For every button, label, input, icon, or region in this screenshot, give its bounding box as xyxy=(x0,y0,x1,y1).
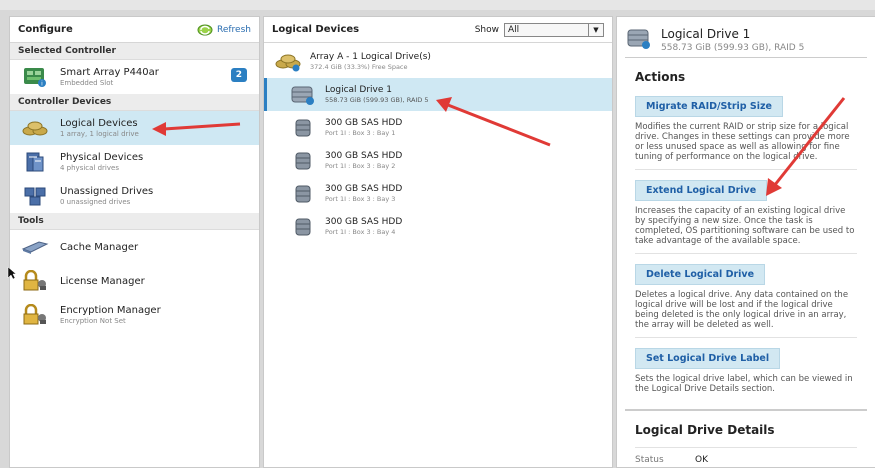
cache-manager-icon xyxy=(20,235,50,259)
controller-item[interactable]: i Smart Array P440ar Embedded Slot 2 xyxy=(10,60,259,94)
chevron-down-icon: ▼ xyxy=(588,23,603,36)
tools-section: Tools xyxy=(10,213,259,230)
tool-item-cache-manager[interactable]: Cache Manager xyxy=(10,230,259,264)
encryption-manager-icon xyxy=(20,303,50,327)
nav-item-unassigned-drives[interactable]: Unassigned Drives 0 unassigned drives xyxy=(10,179,259,213)
array-icon xyxy=(274,50,302,74)
hdd-icon xyxy=(289,182,317,206)
hdd-icon xyxy=(289,149,317,173)
array-subtitle: 372.4 GiB (33.3%) Free Space xyxy=(310,63,408,71)
nav-item-label: Logical Devices xyxy=(60,118,138,129)
nav-item-label: Physical Devices xyxy=(60,152,144,163)
nav-item-logical-devices[interactable]: Logical Devices 1 array, 1 logical drive xyxy=(10,111,259,145)
unassigned-drives-icon xyxy=(20,184,50,208)
detail-subtitle: 558.73 GiB (599.93 GB), RAID 5 xyxy=(661,43,805,53)
logical-devices-icon xyxy=(20,116,50,140)
show-select-value: All xyxy=(508,24,520,35)
nav-item-label: Unassigned Drives xyxy=(60,186,154,197)
status-row: Status OK xyxy=(635,447,857,465)
hdd-icon xyxy=(289,116,317,140)
disk-location: Port 1I : Box 3 : Bay 2 xyxy=(325,162,396,170)
set-logical-drive-label-description: Sets the logical drive label, which can … xyxy=(635,374,853,394)
delete-logical-drive-description: Deletes a logical drive. Any data contai… xyxy=(635,290,857,338)
migrate-raid-description: Modifies the current RAID or strip size … xyxy=(635,122,857,170)
tool-item-label: Encryption Manager xyxy=(60,305,161,316)
disk-location: Port 1I : Box 3 : Bay 3 xyxy=(325,195,396,203)
show-select[interactable]: All ▼ xyxy=(504,22,604,37)
tool-item-label: Cache Manager xyxy=(60,241,139,253)
show-label: Show xyxy=(474,24,499,35)
extend-logical-drive-description: Increases the capacity of an existing lo… xyxy=(635,206,857,254)
physical-devices-icon xyxy=(20,150,50,174)
nav-item-physical-devices[interactable]: Physical Devices 4 physical drives xyxy=(10,145,259,179)
nav-item-subtitle: 4 physical drives xyxy=(60,164,119,172)
disk-label: 300 GB SAS HDD xyxy=(325,151,403,161)
migrate-raid-button[interactable]: Migrate RAID/Strip Size xyxy=(635,96,783,117)
disk-row[interactable]: 300 GB SAS HDD Port 1I : Box 3 : Bay 2 xyxy=(264,144,612,177)
array-row[interactable]: Array A - 1 Logical Drive(s) 372.4 GiB (… xyxy=(264,45,612,78)
tool-item-label: License Manager xyxy=(60,275,145,287)
refresh-icon xyxy=(197,24,213,35)
logical-devices-panel: Logical Devices Show All ▼ Array A - 1 L… xyxy=(263,16,613,468)
selected-controller-section: Selected Controller xyxy=(10,43,259,60)
nav-item-subtitle: 0 unassigned drives xyxy=(60,198,131,206)
refresh-label: Refresh xyxy=(217,24,251,35)
configure-title: Configure xyxy=(18,24,73,35)
array-label: Array A - 1 Logical Drive(s) xyxy=(310,52,431,62)
set-logical-drive-label-button[interactable]: Set Logical Drive Label xyxy=(635,348,781,369)
delete-logical-drive-button[interactable]: Delete Logical Drive xyxy=(635,264,766,285)
logical-drive-icon xyxy=(625,27,653,55)
controller-devices-section: Controller Devices xyxy=(10,94,259,111)
disk-row[interactable]: 300 GB SAS HDD Port 1I : Box 3 : Bay 1 xyxy=(264,111,612,144)
show-filter: Show All ▼ xyxy=(474,22,604,37)
logical-devices-header: Logical Devices Show All ▼ xyxy=(264,17,612,43)
logical-devices-title: Logical Devices xyxy=(272,24,360,35)
tool-item-subtitle: Encryption Not Set xyxy=(60,317,126,325)
configure-header: Configure Refresh xyxy=(10,17,259,43)
disk-label: 300 GB SAS HDD xyxy=(325,217,403,227)
logical-drive-label: Logical Drive 1 xyxy=(325,85,392,95)
disk-location: Port 1I : Box 3 : Bay 4 xyxy=(325,228,396,236)
status-key: Status xyxy=(635,455,664,465)
license-manager-icon xyxy=(20,269,50,293)
tool-item-license-manager[interactable]: License Manager xyxy=(10,264,259,298)
disk-label: 300 GB SAS HDD xyxy=(325,184,403,194)
hdd-icon xyxy=(289,215,317,239)
disk-location: Port 1I : Box 3 : Bay 1 xyxy=(325,129,396,137)
logical-drive-row[interactable]: Logical Drive 1 558.73 GiB (599.93 GB), … xyxy=(264,78,612,111)
controller-slot: Embedded Slot xyxy=(60,79,114,87)
mouse-cursor-icon xyxy=(7,266,17,280)
actions-heading: Actions xyxy=(635,70,686,84)
logical-drive-subtitle: 558.73 GiB (599.93 GB), RAID 5 xyxy=(325,96,429,104)
top-bar xyxy=(0,0,875,10)
extend-logical-drive-button[interactable]: Extend Logical Drive xyxy=(635,180,768,201)
nav-item-subtitle: 1 array, 1 logical drive xyxy=(60,130,139,138)
details-heading: Logical Drive Details xyxy=(635,423,775,437)
logical-drive-icon xyxy=(289,83,317,107)
disk-row[interactable]: 300 GB SAS HDD Port 1I : Box 3 : Bay 4 xyxy=(264,210,612,243)
detail-header: Logical Drive 1 558.73 GiB (599.93 GB), … xyxy=(617,17,875,57)
tool-item-encryption-manager[interactable]: Encryption Manager Encryption Not Set xyxy=(10,298,259,332)
detail-panel: Logical Drive 1 558.73 GiB (599.93 GB), … xyxy=(616,16,875,468)
status-value: OK xyxy=(695,455,708,465)
disk-label: 300 GB SAS HDD xyxy=(325,118,403,128)
refresh-button[interactable]: Refresh xyxy=(197,24,251,36)
logical-drive-details: Logical Drive Details Status OK xyxy=(625,409,867,465)
controller-icon: i xyxy=(20,65,50,89)
actions-card: Actions Migrate RAID/Strip Size Modifies… xyxy=(625,57,867,401)
detail-title: Logical Drive 1 xyxy=(661,27,751,41)
controller-badge: 2 xyxy=(230,68,247,82)
disk-row[interactable]: 300 GB SAS HDD Port 1I : Box 3 : Bay 3 xyxy=(264,177,612,210)
controller-name: Smart Array P440ar xyxy=(60,67,159,78)
configure-panel: Configure Refresh Selected Controller i … xyxy=(9,16,260,468)
